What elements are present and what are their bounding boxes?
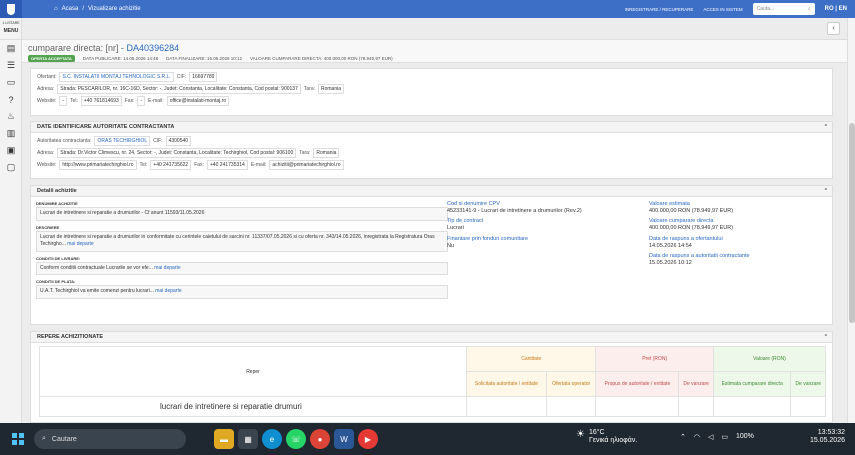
- windows-start-icon[interactable]: [8, 429, 28, 449]
- items-header[interactable]: REPERE ACHIZITIONATE ⌃: [31, 332, 832, 343]
- subbar: ‹: [22, 18, 847, 40]
- weather-widget[interactable]: ☀ 16°C Γενικά ηλιοφάν.: [576, 429, 637, 446]
- clock[interactable]: 13:53:32 15.05.2026: [810, 429, 845, 446]
- finalize-date: DATA FINALIZARE: 15.05.2026 10:12: [166, 56, 243, 61]
- search-icon: ⌕: [42, 435, 46, 442]
- edge-icon[interactable]: e: [262, 429, 282, 449]
- details-panel: Detalii achizitie ⌃ DENUMIRE ACHIZITIE Lu…: [30, 185, 833, 325]
- authority-header[interactable]: DATE IDENTIFICARE AUTORITATE CONTRACTANT…: [31, 122, 832, 133]
- back-button[interactable]: ‹: [827, 22, 840, 35]
- language-switch[interactable]: RO | EN: [825, 6, 847, 12]
- collapse-icon: ⌃: [823, 124, 828, 130]
- word-icon[interactable]: W: [334, 429, 354, 449]
- bidder-name[interactable]: S.C. INSTALATII MONTAJ TEHNOLOGIC S.R.L.: [59, 71, 174, 82]
- register-link[interactable]: INREGISTRARE / RECUPERARE: [625, 7, 694, 12]
- site-logo[interactable]: [0, 0, 22, 18]
- battery-icon: ▭: [721, 434, 728, 441]
- breadcrumb: ⌂ Acasa / Vizualizare achizitie: [54, 6, 141, 12]
- list-icon[interactable]: ☰: [0, 57, 22, 74]
- weather-icon: ☀: [576, 429, 585, 440]
- search-input[interactable]: Cauta... ⌕: [752, 3, 815, 15]
- taskbar: ⌕ Cautare ▬ ▦ e ☏ ● W ▶ ☀ 16°C Γενικά ηλιοφ…: [0, 423, 855, 455]
- breadcrumb-current: Vizualizare achizitie: [87, 6, 141, 12]
- items-panel: REPERE ACHIZITIONATE ⌃ Reper Cantitate Pret…: [30, 331, 833, 423]
- wifi-icon: ◠: [693, 434, 700, 441]
- description: Lucrari de intretinere si reparatie a dr…: [36, 230, 448, 252]
- file-icon[interactable]: ▭: [0, 74, 22, 91]
- direct-purchase-value: VALOARE CUMPARARE DIRECTA: 400.000,00 RO…: [250, 56, 393, 61]
- chat-icon[interactable]: ▢: [0, 159, 22, 176]
- more-link[interactable]: mai departe: [155, 288, 181, 294]
- main-content: ‹ cumparare directa: [nr] - DA40396284 O…: [22, 18, 847, 423]
- publish-date: DATA PUBLICARE: 14.05.2026 14:48: [82, 56, 159, 61]
- help-icon[interactable]: ?: [0, 91, 22, 108]
- breadcrumb-home[interactable]: Acasa: [62, 6, 79, 12]
- details-header[interactable]: Detalii achizitie ⌃: [31, 186, 832, 197]
- collapse-icon: ⌃: [823, 334, 828, 340]
- page-header: cumparare directa: [nr] - DA40396284 OFE…: [22, 40, 847, 63]
- login-link[interactable]: ACCES IN SISTEM: [703, 7, 742, 12]
- search-icon[interactable]: ⌕: [808, 6, 811, 12]
- procurement-name: Lucrari de intretinere si reparatie a dr…: [36, 207, 448, 221]
- chart-icon[interactable]: ▥: [0, 125, 22, 142]
- home-icon[interactable]: ⌂: [54, 6, 58, 12]
- document-icon[interactable]: ▤: [0, 40, 22, 57]
- authority-name[interactable]: ORAS TECHIRGHIOL: [94, 135, 151, 146]
- page-title: cumparare directa: [nr] - DA40396284: [28, 43, 180, 53]
- collapse-icon: ⌃: [823, 188, 828, 194]
- scrollbar[interactable]: [847, 18, 855, 423]
- more-link[interactable]: mai departe: [154, 265, 180, 271]
- tool-icon[interactable]: ♨: [0, 108, 22, 125]
- media-icon[interactable]: ▶: [358, 429, 378, 449]
- items-table: Reper Cantitate Pret (RON) Valoare (RON) So…: [39, 346, 827, 417]
- sidebar: 1 LISTARE MENU ▤ ☰ ▭ ? ♨ ▥ ▣ ▢: [0, 18, 22, 423]
- file-explorer-icon[interactable]: ▬: [214, 429, 234, 449]
- top-navbar: ⌂ Acasa / Vizualizare achizitie INREGIST…: [0, 0, 855, 18]
- taskbar-search[interactable]: ⌕ Cautare: [34, 429, 186, 449]
- menu-button[interactable]: 1 LISTARE MENU: [0, 18, 22, 40]
- status-badge: OFERTA ACCEPTATA: [28, 55, 75, 62]
- bidder-panel: Ofertant: S.C. INSTALATII MONTAJ TEHNOLOG…: [30, 68, 833, 116]
- more-link[interactable]: mai departe: [67, 241, 93, 247]
- whatsapp-icon[interactable]: ☏: [286, 429, 306, 449]
- app-icon[interactable]: ▦: [238, 429, 258, 449]
- chevron-up-icon: ⌃: [680, 434, 686, 441]
- chrome-icon[interactable]: ●: [310, 429, 330, 449]
- system-tray[interactable]: ⌃ ◠ ◁ ▭ 100%: [680, 433, 754, 441]
- authority-panel: DATE IDENTIFICARE AUTORITATE CONTRACTANT…: [30, 121, 833, 179]
- monitor-icon[interactable]: ▣: [0, 142, 22, 159]
- table-row: lucrari de intretinere si reparatie drum…: [39, 396, 467, 417]
- volume-icon: ◁: [707, 434, 714, 441]
- delivery-conditions: Conform conditii contractuale Lucrarile …: [36, 261, 448, 275]
- payment-conditions: U.A.T. Techirghiol va emite comenzi pent…: [36, 285, 448, 299]
